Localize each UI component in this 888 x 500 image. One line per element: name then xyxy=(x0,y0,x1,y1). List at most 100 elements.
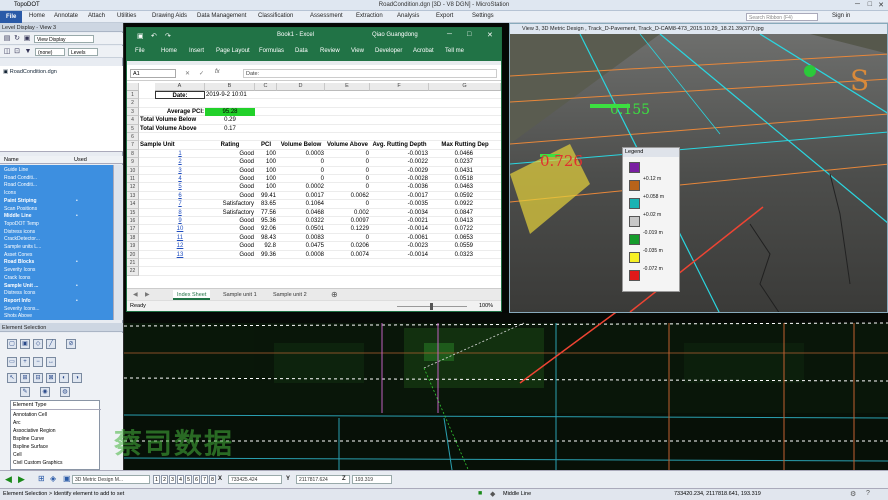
excel-tab-insert[interactable]: Insert xyxy=(189,48,204,54)
level-item[interactable]: Distress Icons xyxy=(4,290,35,296)
ribbon-tab-data-management[interactable]: Data Management xyxy=(197,13,246,19)
tool-e-icon[interactable]: ◐ xyxy=(59,373,69,383)
add-sheet-icon[interactable]: ⊕ xyxy=(331,290,338,299)
table-cell[interactable]: -0.0017 xyxy=(370,192,429,200)
row-header[interactable]: 6 xyxy=(127,133,139,142)
table-cell[interactable]: 100 xyxy=(255,183,277,191)
row-header[interactable]: 3 xyxy=(127,107,139,117)
tool-h-icon[interactable]: ◉ xyxy=(40,387,50,397)
view-button[interactable]: 2 xyxy=(161,475,168,484)
ribbon-tab-assessment[interactable]: Assessment xyxy=(310,13,343,19)
select-icon[interactable]: ⊡ xyxy=(13,48,21,56)
table-cell[interactable]: Good xyxy=(205,158,255,166)
table-cell[interactable]: 0 xyxy=(325,167,370,175)
row-header[interactable]: 19 xyxy=(127,242,139,251)
date-label[interactable]: Date: xyxy=(155,91,205,100)
table-cell[interactable]: Satisfactory xyxy=(205,209,255,217)
table-cell[interactable]: 0.0722 xyxy=(429,225,474,233)
table-cell[interactable]: 98.43 xyxy=(255,234,277,242)
tool-f-icon[interactable]: ◑ xyxy=(72,373,82,383)
table-cell[interactable]: 0.0074 xyxy=(325,251,370,259)
level-item[interactable]: Middle Line xyxy=(4,213,32,219)
table-cell[interactable]: 92.8 xyxy=(255,242,277,250)
view-button[interactable]: 6 xyxy=(193,475,200,484)
table-cell[interactable]: Good xyxy=(205,192,255,200)
model-icon[interactable]: ◈ xyxy=(50,474,56,483)
name-box[interactable]: A1 xyxy=(130,69,176,78)
excel-tab-review[interactable]: Review xyxy=(320,48,340,54)
table-cell[interactable]: 0.0008 xyxy=(277,251,325,259)
excel-tab-view[interactable]: View xyxy=(351,48,364,54)
ribbon-tab-drawing-aids[interactable]: Drawing Aids xyxy=(152,13,187,19)
table-cell[interactable]: 0 xyxy=(325,158,370,166)
excel-tab-data[interactable]: Data xyxy=(295,48,308,54)
table-cell[interactable]: Good xyxy=(205,234,255,242)
levels-list[interactable]: Guide Line Road Conditi... Road Conditi...… xyxy=(0,165,113,320)
level-item[interactable]: CrackDetector... xyxy=(4,236,40,242)
table-cell[interactable]: 0.0847 xyxy=(429,209,474,217)
table-header[interactable]: Max Rutting Dep xyxy=(429,141,501,149)
table-cell[interactable]: -0.0014 xyxy=(370,251,429,259)
tool-a-icon[interactable]: ↖ xyxy=(7,373,17,383)
row-header[interactable]: 22 xyxy=(127,267,139,276)
excel-tab-home[interactable]: Home xyxy=(161,48,177,54)
element-type-item[interactable]: Arc xyxy=(13,420,21,426)
table-cell[interactable]: Good xyxy=(205,175,255,183)
element-type-item[interactable]: Civil Custom Graphics xyxy=(13,460,62,466)
table-cell[interactable]: -0.0036 xyxy=(370,183,429,191)
excel-tab-formulas[interactable]: Formulas xyxy=(259,48,284,54)
select-element-icon[interactable]: ▢ xyxy=(7,339,17,349)
table-cell[interactable]: 0.0922 xyxy=(429,200,474,208)
table-cell[interactable]: 100 xyxy=(255,175,277,183)
ribbon-tab-analysis[interactable]: Analysis xyxy=(397,13,419,19)
tool-c-icon[interactable]: ⊟ xyxy=(33,373,43,383)
table-cell[interactable]: Satisfactory xyxy=(205,200,255,208)
sheet-tab-unit2[interactable]: Sample unit 2 xyxy=(269,290,311,300)
levels-scrollbar[interactable] xyxy=(113,165,123,320)
table-cell[interactable]: 95.36 xyxy=(255,217,277,225)
tool-b-icon[interactable]: ⊞ xyxy=(20,373,30,383)
view-button[interactable]: 7 xyxy=(201,475,208,484)
save-icon[interactable]: ▣ xyxy=(137,32,144,40)
column-header[interactable]: D xyxy=(277,83,325,91)
prev-sheet-icon[interactable]: ◀ xyxy=(133,291,138,298)
row-header[interactable]: 20 xyxy=(127,250,139,259)
table-cell[interactable]: 4 xyxy=(155,175,205,183)
level-item[interactable]: Road Conditi... xyxy=(4,182,37,188)
table-cell[interactable]: 100 xyxy=(255,158,277,166)
table-header[interactable]: PCI xyxy=(255,141,277,149)
settings-icon[interactable]: ⚙ xyxy=(850,490,856,498)
table-cell[interactable]: -0.0013 xyxy=(370,150,429,158)
formula-input[interactable]: Date: xyxy=(243,69,497,78)
table-cell[interactable]: -0.0022 xyxy=(370,158,429,166)
undo-icon[interactable]: ↶ xyxy=(151,32,157,40)
view-button[interactable]: 5 xyxy=(185,475,192,484)
table-cell[interactable]: 77.56 xyxy=(255,209,277,217)
tool-i-icon[interactable]: ◍ xyxy=(60,387,70,397)
tool-g-icon[interactable]: ✎ xyxy=(20,387,30,397)
table-cell[interactable]: -0.0021 xyxy=(370,217,429,225)
table-cell[interactable]: Good xyxy=(205,217,255,225)
table-cell[interactable]: 0.1064 xyxy=(277,200,325,208)
table-cell[interactable]: 99.41 xyxy=(255,192,277,200)
table-cell[interactable]: -0.0014 xyxy=(370,225,429,233)
table-cell[interactable]: -0.0034 xyxy=(370,209,429,217)
row-header[interactable]: 5 xyxy=(127,124,139,133)
row-header[interactable]: 17 xyxy=(127,225,139,234)
level-item[interactable]: Paint Striping xyxy=(4,198,37,204)
table-cell[interactable]: 0.0501 xyxy=(277,225,325,233)
table-cell[interactable]: 0.0017 xyxy=(277,192,325,200)
filter-select[interactable]: (none) xyxy=(35,48,65,56)
table-cell[interactable]: 0.0237 xyxy=(429,158,474,166)
table-cell[interactable]: 1 xyxy=(155,150,205,158)
level-item[interactable]: Icons xyxy=(4,190,16,196)
sheet-tab-unit1[interactable]: Sample unit 1 xyxy=(219,290,261,300)
table-cell[interactable]: 0.0323 xyxy=(429,251,474,259)
table-cell[interactable]: 9 xyxy=(155,217,205,225)
volume-above-value[interactable]: 0.17 xyxy=(205,125,255,133)
element-type-item[interactable]: Annotation Cell xyxy=(13,412,47,418)
level-item[interactable]: Road Blocks xyxy=(4,259,34,265)
table-cell[interactable]: -0.0035 xyxy=(370,200,429,208)
row-header[interactable]: 13 xyxy=(127,191,139,201)
row-header[interactable]: 8 xyxy=(127,149,139,159)
